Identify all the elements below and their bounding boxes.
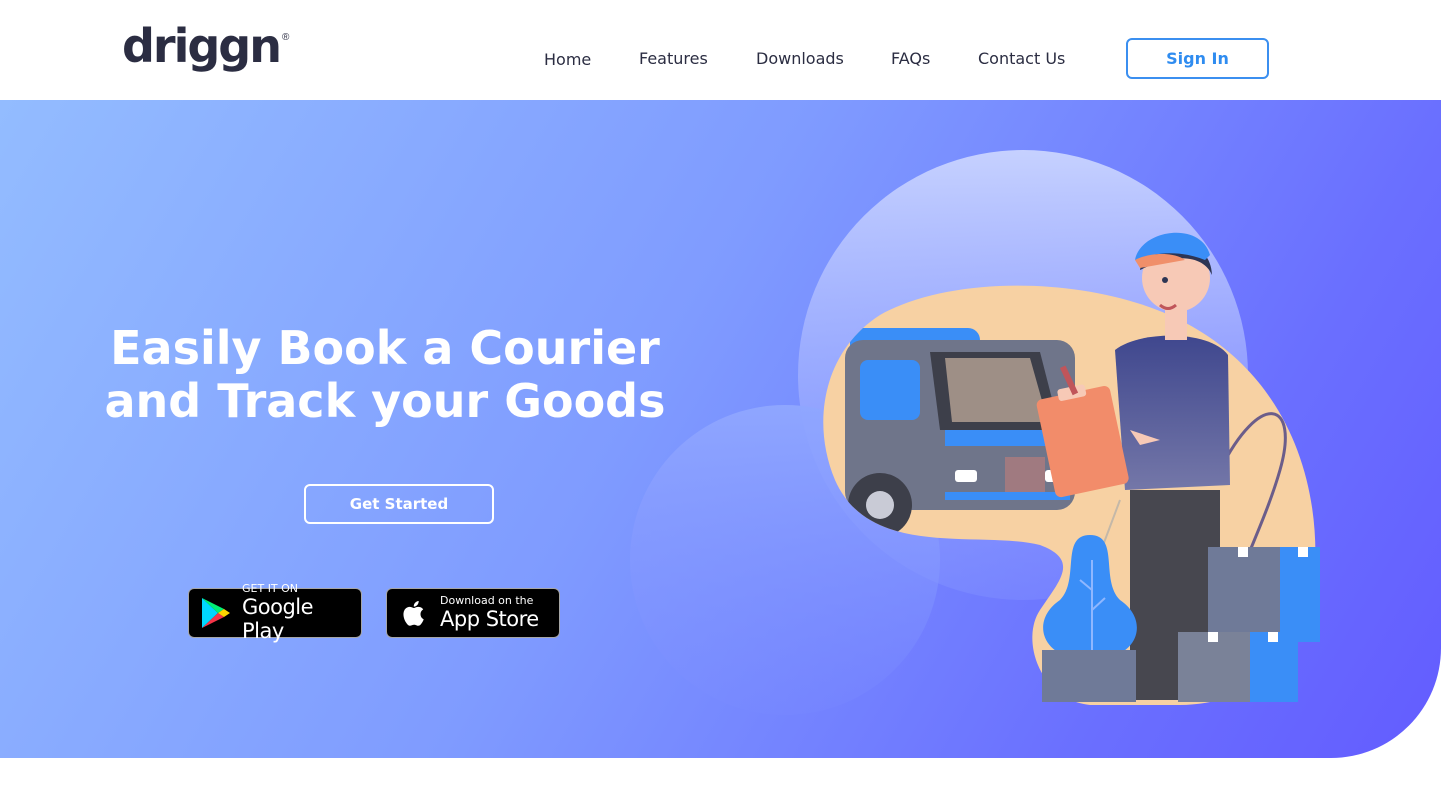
app-store-badge-text: Download on the App Store	[440, 594, 539, 632]
google-play-badge-text: GET IT ON Google Play	[242, 582, 361, 644]
apple-icon	[403, 601, 424, 626]
app-store-badge[interactable]: Download on the App Store	[386, 588, 560, 638]
hero-title: Easily Book a Courier and Track your Goo…	[80, 322, 690, 428]
nav-faqs[interactable]: FAQs	[891, 49, 930, 68]
nav-downloads[interactable]: Downloads	[756, 49, 844, 68]
hero-title-line-1: Easily Book a Courier	[110, 321, 660, 375]
hero-section: Easily Book a Courier and Track your Goo…	[0, 100, 1441, 758]
nav-contact-us[interactable]: Contact Us	[978, 49, 1065, 68]
hero-title-line-2: and Track your Goods	[104, 374, 666, 428]
nav-home[interactable]: Home	[544, 50, 591, 69]
registered-mark: ®	[281, 32, 290, 43]
nav-features[interactable]: Features	[639, 49, 708, 68]
google-play-icon	[202, 598, 230, 628]
site-header: driggn ® Home Features Downloads FAQs Co…	[0, 0, 1441, 100]
sign-in-button[interactable]: Sign In	[1126, 38, 1269, 79]
apple-badge-big-text: App Store	[440, 607, 539, 631]
brand-logo-text: driggn	[122, 19, 282, 73]
truck	[845, 328, 1075, 537]
google-badge-big-text: Google Play	[242, 595, 314, 643]
google-play-badge[interactable]: GET IT ON Google Play	[188, 583, 362, 643]
get-started-button[interactable]: Get Started	[304, 484, 494, 524]
apple-badge-small-text: Download on the	[440, 594, 534, 607]
google-badge-small-text: GET IT ON	[242, 582, 299, 595]
courier-illustration	[630, 150, 1320, 715]
brand-logo[interactable]: driggn ®	[122, 20, 289, 80]
